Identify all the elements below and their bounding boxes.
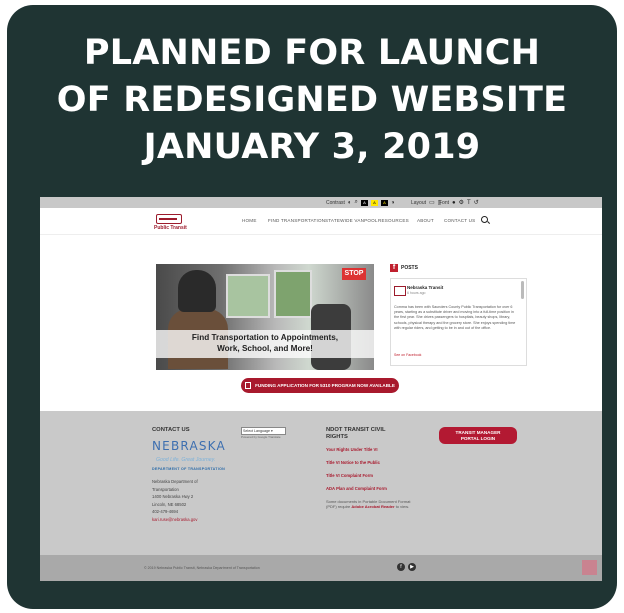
nav-item-about[interactable]: ABOUT (417, 218, 434, 223)
nav-item-find-transportation[interactable]: FIND TRANSPORTATION (268, 218, 325, 223)
copyright: © 2019 Nebraska Public Transit, Nebraska… (144, 566, 260, 570)
contrast-label: Contrast (326, 199, 345, 206)
civil-rights-links: Your Rights Under Title VI Title VI Noti… (326, 447, 416, 510)
nav-item-statewide-vanpool[interactable]: STATEWIDE VANPOOL (325, 218, 378, 223)
post-body: Comma has been with Saunders County Publ… (394, 305, 516, 330)
posts-widget: f POSTS Nebraska Transit 6 hours ago Com… (390, 262, 530, 372)
layout-controls: Layout ▭ ▯ (411, 198, 441, 207)
address-line: Nebraska Department of (152, 479, 198, 484)
avatar (394, 286, 406, 296)
hero-image: STOP Find Transportation to Appointments… (156, 264, 374, 370)
civil-rights-heading: NDOT TRANSIT CIVIL RIGHTS (326, 427, 386, 441)
logo-icon[interactable] (156, 214, 182, 224)
hero-caption: Find Transportation to Appointments, Wor… (156, 330, 374, 358)
search-icon[interactable] (481, 216, 488, 223)
layout-narrow-icon[interactable]: ▭ (429, 199, 435, 206)
title-vi-notice-link[interactable]: Title VI Notice to the Public (326, 460, 416, 465)
address-line: Lincoln, NE 68502 (152, 501, 187, 507)
contrast-icon[interactable]: ◐ (348, 200, 352, 206)
document-icon (245, 382, 252, 389)
adobe-reader-link[interactable]: Adobe Acrobat Reader (351, 504, 394, 509)
nav-item-contact-us[interactable]: CONTACT US (444, 218, 475, 223)
language-select[interactable]: Select Language ▾ (241, 427, 286, 435)
contact-heading: CONTACT US (152, 427, 190, 433)
phone-number: 402-479-4694 (152, 509, 179, 515)
accessibility-bar: Contrast ◐ ⌕ A A A ◑ Layout ▭ ▯ Font ● ⚙… (40, 197, 602, 208)
address-line: Transportation (152, 486, 179, 492)
headline-line-1: PLANNED FOR LAUNCH (83, 33, 541, 73)
portal-label-line-2: PORTAL LOGIN (460, 435, 496, 441)
facebook-social-icon[interactable]: f (397, 563, 405, 571)
website-screenshot: Contrast ◐ ⌕ A A A ◑ Layout ▭ ▯ Font ● ⚙… (40, 197, 602, 581)
bus-window (274, 270, 312, 318)
headline-line-2: OF REDESIGNED WEBSITE (56, 80, 568, 120)
bottom-bar: © 2019 Nebraska Public Transit, Nebraska… (40, 555, 602, 581)
hero-caption-line-2: Work, School, and More! (217, 344, 313, 353)
language-select-value: Select Language (243, 429, 270, 433)
search-small-icon[interactable]: ⌕ (355, 199, 358, 206)
ada-plan-link[interactable]: ADA Plan and Complaint Form (326, 486, 416, 491)
posts-title: POSTS (401, 265, 418, 271)
stop-sign: STOP (342, 268, 366, 280)
bus-window (226, 274, 270, 318)
powered-by-label: Powered by Google Translate (241, 435, 281, 439)
reset-icon[interactable]: ↺ (474, 199, 479, 206)
contrast-yellow-black-button[interactable]: A (380, 199, 388, 206)
nav-item-resources[interactable]: RESOURCES (378, 218, 409, 223)
nebraska-logo[interactable]: NEBRASKA (152, 439, 226, 453)
headline-line-3: JANUARY 3, 2019 (143, 127, 481, 167)
title-vi-complaint-form-link[interactable]: Title VI Complaint Form (326, 473, 416, 478)
contrast-controls: Contrast ◐ ⌕ A A A ◑ (326, 198, 395, 207)
dept-of-transportation: DEPARTMENT OF TRANSPORTATION (152, 467, 226, 471)
headline: PLANNED FOR LAUNCH OF REDESIGNED WEBSITE… (7, 30, 617, 171)
hero-caption-line-1: Find Transportation to Appointments, (191, 333, 339, 342)
adjust-icon[interactable]: ◑ (391, 200, 395, 206)
facebook-icon: f (390, 264, 398, 272)
font-controls: Font ● ⚙ T ↺ (439, 198, 479, 207)
nebraska-tagline: Good Life. Great Journey. (156, 457, 216, 463)
email-link[interactable]: kari.ruse@nebraska.gov (152, 516, 232, 524)
site-footer: CONTACT US Select Language ▾ Powered by … (40, 411, 602, 555)
youtube-social-icon[interactable]: ▶ (408, 563, 416, 571)
civil-rights-heading-line-1: NDOT TRANSIT CIVIL (326, 427, 386, 433)
contrast-yellow-button[interactable]: A (370, 199, 378, 206)
site-navigation: Public Transit HOME FIND TRANSPORTATION … (40, 208, 602, 235)
pdf-note-suffix: to view. (395, 504, 410, 510)
post-time: 6 hours ago (407, 291, 426, 295)
nav-item-home[interactable]: HOME (242, 218, 257, 223)
civil-rights-heading-line-2: RIGHTS (326, 434, 348, 440)
contrast-black-button[interactable]: A (360, 199, 368, 206)
contact-address: Nebraska Department of Transportation 14… (152, 478, 232, 524)
font-label: Font (439, 199, 450, 206)
back-to-top-button[interactable] (582, 560, 597, 575)
address-line: 1400 Nebraska Hwy 2 (152, 494, 194, 500)
post-card[interactable]: Nebraska Transit 6 hours ago Comma has b… (390, 278, 527, 366)
funding-application-label: FUNDING APPLICATION FOR 5310 PROGRAM NOW… (255, 383, 395, 388)
pdf-note: Some documents in Portable Document Form… (326, 499, 416, 510)
transit-manager-portal-button[interactable]: TRANSIT MANAGER PORTAL LOGIN (439, 427, 517, 444)
post-author[interactable]: Nebraska Transit (407, 285, 443, 290)
see-on-facebook-link[interactable]: See on Facebook (394, 353, 421, 357)
text-size-icon[interactable]: T (467, 200, 471, 206)
posts-scrollbar[interactable] (521, 281, 524, 299)
font-increase-icon[interactable]: ⚙ (459, 199, 464, 206)
passenger-head (178, 270, 216, 312)
logo-text[interactable]: Public Transit (154, 225, 187, 231)
layout-label: Layout (411, 199, 427, 206)
rights-under-title-vi-link[interactable]: Your Rights Under Title VI (326, 447, 416, 452)
font-decrease-icon[interactable]: ● (452, 200, 456, 206)
funding-application-button[interactable]: FUNDING APPLICATION FOR 5310 PROGRAM NOW… (241, 378, 399, 393)
